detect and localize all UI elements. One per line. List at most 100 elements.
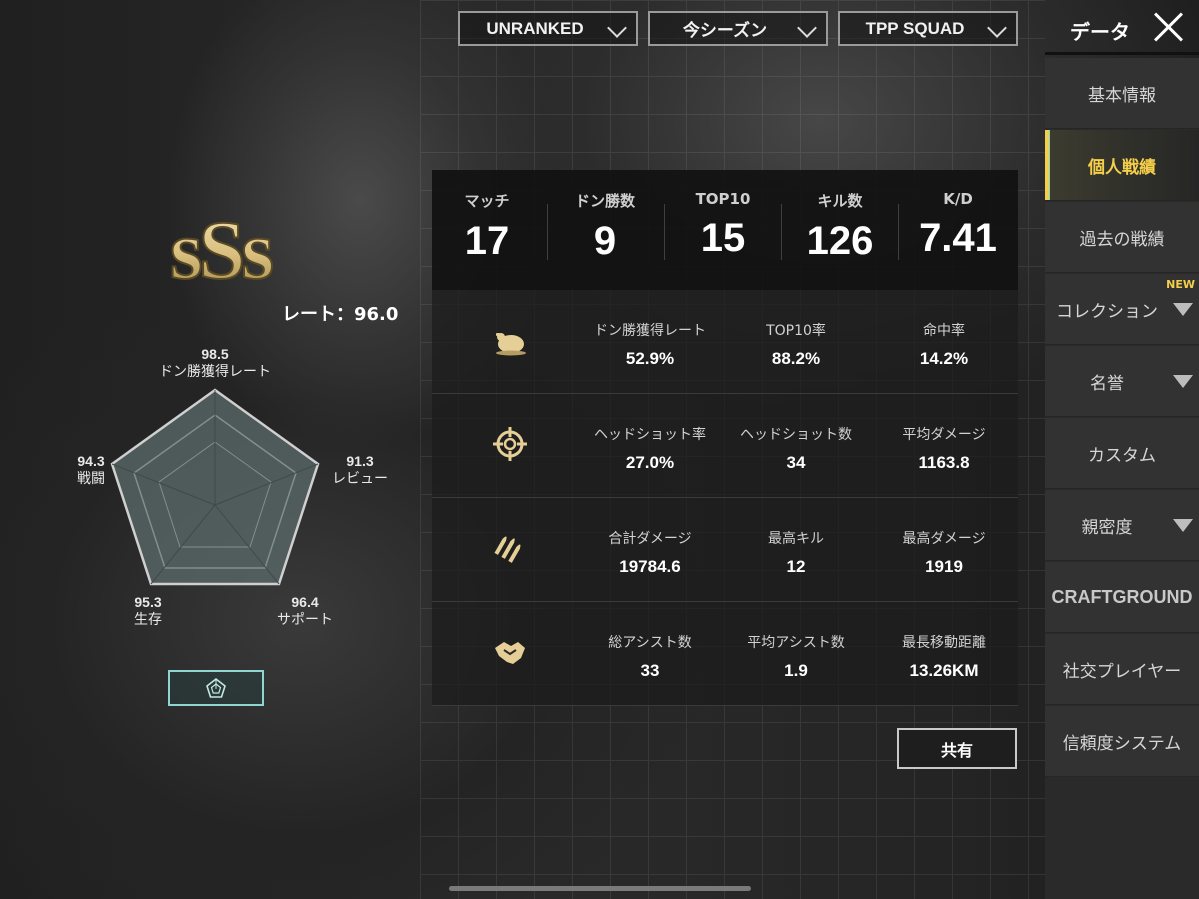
chevron-down-icon bbox=[797, 18, 817, 38]
summary-divider bbox=[781, 204, 782, 260]
radar-value: 98.5 bbox=[201, 346, 229, 362]
radar-chart bbox=[110, 388, 320, 586]
summary-value: 17 bbox=[464, 219, 510, 263]
stat-value: 19784.6 bbox=[619, 557, 681, 576]
stat-label: 平均ダメージ bbox=[902, 427, 986, 443]
summary-top10: TOP10 15 bbox=[673, 190, 773, 261]
rank-tier-text: sSs bbox=[170, 206, 272, 286]
crosshair-icon bbox=[493, 427, 527, 461]
summary-divider bbox=[547, 204, 548, 260]
new-badge: NEW bbox=[1166, 278, 1195, 291]
sidebar-item-label: CRAFTGROUND bbox=[1051, 586, 1193, 607]
stat-label: 最長移動距離 bbox=[902, 635, 986, 651]
handshake-icon bbox=[495, 642, 525, 664]
sidebar-item-basic-info[interactable]: 基本情報 bbox=[1045, 58, 1199, 129]
perspective-dropdown-label: TPP SQUAD bbox=[865, 18, 965, 38]
season-dropdown-label: 今シーズン bbox=[682, 21, 768, 40]
radar-label-win-rate: 98.5 ドン勝獲得レート bbox=[140, 345, 290, 381]
stat-label: 命中率 bbox=[923, 323, 965, 339]
summary-matches: マッチ 17 bbox=[437, 190, 537, 264]
sidebar-item-label: 名誉 bbox=[1090, 373, 1124, 394]
share-button[interactable]: 共有 bbox=[897, 728, 1017, 769]
radar-label-support: 96.4 サポート bbox=[270, 593, 340, 629]
sidebar-item-label: 親密度 bbox=[1081, 517, 1133, 538]
mode-dropdown[interactable]: UNRANKED bbox=[458, 11, 638, 46]
radar-axis-label: ドン勝獲得レート bbox=[159, 364, 271, 380]
radar-axis-label: レビュー bbox=[332, 471, 388, 487]
summary-label: マッチ bbox=[464, 192, 510, 210]
summary-label: TOP10 bbox=[695, 190, 751, 208]
radar-value: 95.3 bbox=[134, 594, 162, 610]
stat-value: 1919 bbox=[925, 557, 963, 576]
season-dropdown[interactable]: 今シーズン bbox=[648, 11, 828, 46]
stat-cell: ヘッドショット数 34 bbox=[721, 424, 871, 473]
stat-label: ヘッドショット率 bbox=[594, 427, 706, 443]
stat-value: 1.9 bbox=[784, 661, 808, 680]
chevron-down-icon bbox=[607, 18, 627, 38]
home-indicator[interactable] bbox=[449, 886, 751, 891]
summary-header: マッチ 17 ドン勝数 9 TOP10 15 キル数 126 K/D 7.41 bbox=[432, 170, 1018, 290]
sidebar-item-personal-stats[interactable]: 個人戦績 bbox=[1045, 130, 1199, 201]
radar-axis-label: 戦闘 bbox=[77, 471, 105, 487]
summary-value: 7.41 bbox=[919, 216, 997, 260]
close-button[interactable] bbox=[1152, 10, 1186, 44]
sidebar-item-label: コレクション bbox=[1056, 301, 1158, 322]
sidebar-item-intimacy[interactable]: 親密度 bbox=[1045, 490, 1199, 561]
sidebar-item-trust-system[interactable]: 信頼度システム bbox=[1045, 706, 1199, 777]
stat-cell: 最長移動距離 13.26KM bbox=[869, 632, 1019, 681]
stat-value: 34 bbox=[786, 453, 806, 472]
header-divider bbox=[1045, 52, 1199, 55]
sidebar-item-label: 社交プレイヤー bbox=[1062, 661, 1182, 682]
perspective-dropdown[interactable]: TPP SQUAD bbox=[838, 11, 1018, 46]
stat-value: 12 bbox=[786, 557, 806, 576]
triangle-down-icon bbox=[1173, 303, 1193, 316]
stats-row-damage: 合計ダメージ 19784.6 最高キル 12 最高ダメージ 1919 bbox=[432, 498, 1018, 602]
stat-value: 52.9% bbox=[625, 349, 675, 368]
sidebar-item-label: 信頼度システム bbox=[1062, 733, 1182, 754]
mode-dropdown-label: UNRANKED bbox=[486, 18, 584, 38]
stat-value: 1163.8 bbox=[918, 453, 970, 472]
sidebar-item-social-players[interactable]: 社交プレイヤー bbox=[1045, 634, 1199, 705]
summary-divider bbox=[898, 204, 899, 260]
sidebar-item-label: カスタム bbox=[1088, 445, 1156, 466]
radar-label-survival: 95.3 生存 bbox=[118, 593, 178, 629]
stat-cell: 命中率 14.2% bbox=[869, 320, 1019, 369]
stat-value: 27.0% bbox=[625, 453, 675, 472]
stat-value: 33 bbox=[640, 661, 660, 680]
summary-label: K/D bbox=[943, 190, 973, 208]
stat-cell: 最高ダメージ 1919 bbox=[869, 528, 1019, 577]
summary-wins: ドン勝数 9 bbox=[555, 190, 655, 264]
stats-row-win: ドン勝獲得レート 52.9% TOP10率 88.2% 命中率 14.2% bbox=[432, 290, 1018, 394]
chicken-icon bbox=[496, 333, 526, 356]
stat-cell: TOP10率 88.2% bbox=[721, 320, 871, 369]
radar-value: 96.4 bbox=[291, 594, 319, 610]
stats-row-assist: 総アシスト数 33 平均アシスト数 1.9 最長移動距離 13.26KM bbox=[432, 602, 1018, 706]
radar-value: 94.3 bbox=[77, 453, 105, 469]
stat-label: 最高ダメージ bbox=[902, 531, 986, 547]
summary-divider bbox=[664, 204, 665, 260]
sidebar-item-label: 過去の戦績 bbox=[1079, 229, 1165, 250]
sidebar-item-past-stats[interactable]: 過去の戦績 bbox=[1045, 202, 1199, 273]
stat-label: 合計ダメージ bbox=[608, 531, 692, 547]
stat-cell: 最高キル 12 bbox=[721, 528, 871, 577]
radar-toggle-button[interactable] bbox=[168, 670, 264, 706]
sidebar-item-collection[interactable]: NEW コレクション bbox=[1045, 274, 1199, 345]
sidebar-item-label: 基本情報 bbox=[1088, 85, 1156, 106]
stat-label: 平均アシスト数 bbox=[747, 635, 845, 651]
radar-axis-label: サポート bbox=[277, 612, 333, 628]
stat-cell: ヘッドショット率 27.0% bbox=[575, 424, 725, 473]
sidebar-item-craftground[interactable]: CRAFTGROUND bbox=[1045, 562, 1199, 633]
radar-axis-label: 生存 bbox=[134, 612, 162, 628]
chevron-down-icon bbox=[987, 18, 1007, 38]
sidebar-item-label: 個人戦績 bbox=[1088, 157, 1156, 178]
stat-label: ドン勝獲得レート bbox=[594, 323, 706, 339]
page-title: データ bbox=[1070, 20, 1130, 44]
summary-kd: K/D 7.41 bbox=[908, 190, 1008, 261]
summary-value: 15 bbox=[700, 216, 746, 260]
rank-emblem: sSs bbox=[169, 206, 277, 286]
sidebar-item-custom[interactable]: カスタム bbox=[1045, 418, 1199, 489]
rank-rate: レート：96.0 bbox=[282, 304, 399, 325]
stat-cell: 平均アシスト数 1.9 bbox=[721, 632, 871, 681]
stat-value: 14.2% bbox=[919, 349, 969, 368]
sidebar-item-honor[interactable]: 名誉 bbox=[1045, 346, 1199, 417]
